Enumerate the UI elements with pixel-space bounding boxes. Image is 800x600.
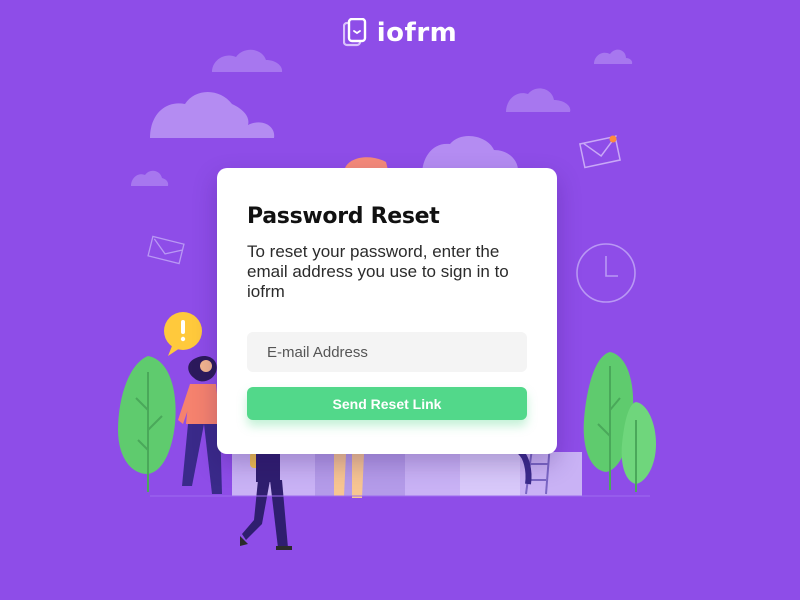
iofrm-logo-icon xyxy=(342,18,366,47)
send-reset-link-button[interactable]: Send Reset Link xyxy=(247,387,527,420)
clock-icon xyxy=(576,243,636,303)
cloud-icon xyxy=(594,49,633,64)
alert-bubble-icon xyxy=(164,312,202,356)
envelope-icon xyxy=(147,235,185,265)
cloud-icon xyxy=(150,92,275,138)
brand-name: iofrm xyxy=(376,18,458,48)
password-reset-card: Password Reset To reset your password, e… xyxy=(217,168,557,454)
brand-logo[interactable]: iofrm xyxy=(0,18,800,48)
cloud-icon xyxy=(131,170,169,186)
cloud-icon xyxy=(506,88,571,112)
email-field[interactable] xyxy=(247,332,527,372)
tree-icon xyxy=(583,352,656,492)
page-title: Password Reset xyxy=(247,204,440,229)
person-illustration xyxy=(178,355,222,494)
cloud-icon xyxy=(212,49,283,72)
tree-icon xyxy=(118,356,176,492)
instructions-text: To reset your password, enter the email … xyxy=(247,242,509,301)
